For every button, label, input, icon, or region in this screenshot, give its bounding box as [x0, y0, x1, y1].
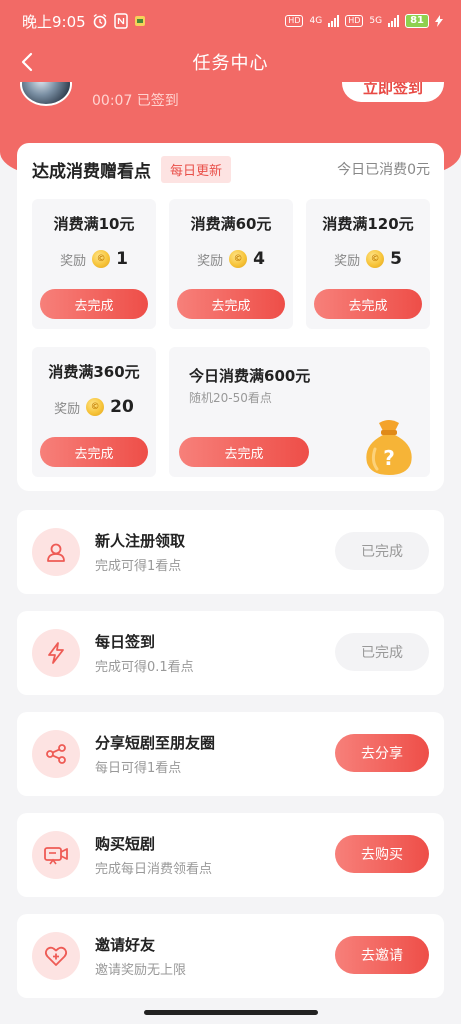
- status-bar: 晚上9:05 HD 4G HD 5G 81: [0, 0, 461, 42]
- task-item-checkin: 每日签到 完成可得0.1看点 已完成: [17, 611, 444, 695]
- invite-button[interactable]: 去邀请: [335, 936, 429, 974]
- consume-card-title: 达成消费赠看点: [32, 161, 151, 182]
- share-button[interactable]: 去分享: [335, 734, 429, 772]
- task-subtitle: 完成可得1看点: [95, 559, 182, 574]
- reward-amount: 20: [110, 397, 134, 417]
- task-item-share: 分享短剧至朋友圈 每日可得1看点 去分享: [17, 712, 444, 796]
- avatar[interactable]: [20, 82, 72, 106]
- tile-title: 消费满360元: [48, 363, 140, 381]
- task-title: 每日签到: [95, 633, 156, 651]
- profile-row: 00:07 已签到 立即签到: [0, 82, 461, 116]
- task-title: 购买短剧: [95, 835, 156, 853]
- task-item-register: 新人注册领取 完成可得1看点 已完成: [17, 510, 444, 594]
- complete-button[interactable]: 去完成: [179, 437, 309, 467]
- tile-reward: 奖励 © 4: [169, 249, 293, 269]
- task-title: 分享短剧至朋友圈: [95, 734, 216, 752]
- app-notification-icon: [134, 16, 145, 26]
- consume-tile-60: 消费满60元 奖励 © 4 去完成: [169, 199, 293, 329]
- coin-icon: ©: [229, 250, 248, 268]
- heart-plus-icon: [32, 932, 80, 980]
- page-title: 任务中心: [192, 53, 269, 74]
- consume-tile-360: 消费满360元 奖励 © 20 去完成: [32, 347, 156, 477]
- reward-label: 奖励: [54, 401, 81, 417]
- tile-title: 消费满120元: [322, 215, 414, 233]
- daily-update-badge: 每日更新: [161, 155, 232, 183]
- network-label-2: 5G: [369, 16, 383, 26]
- signal-icon-1: [328, 15, 340, 27]
- signal-icon-2: [388, 15, 400, 27]
- reward-label: 奖励: [197, 253, 224, 269]
- tile-subtitle: 随机20-50看点: [189, 391, 272, 405]
- tile-title: 今日消费满600元: [189, 367, 311, 385]
- buy-button[interactable]: 去购买: [335, 835, 429, 873]
- video-icon: [32, 831, 80, 879]
- coin-icon: ©: [366, 250, 385, 268]
- svg-text:?: ?: [383, 446, 395, 470]
- consume-reward-card: 达成消费赠看点 每日更新 今日已消费0元 消费满10元 奖励 © 1 去完成 消…: [17, 143, 444, 491]
- tile-reward: 奖励 © 5: [306, 249, 430, 269]
- reward-label: 奖励: [60, 253, 87, 269]
- consume-tile-600: 今日消费满600元 随机20-50看点 去完成 ?: [169, 347, 430, 477]
- tile-title: 消费满60元: [190, 215, 272, 233]
- task-subtitle: 完成可得0.1看点: [95, 660, 194, 675]
- consume-tile-120: 消费满120元 奖励 © 5 去完成: [306, 199, 430, 329]
- task-subtitle: 邀请奖励无上限: [95, 963, 187, 978]
- nfc-icon: [113, 13, 128, 29]
- coin-icon: ©: [86, 398, 105, 416]
- tile-reward: 奖励 © 1: [32, 249, 156, 269]
- task-title: 邀请好友: [95, 936, 156, 954]
- tile-reward: 奖励 © 20: [32, 397, 156, 417]
- mystery-bag-icon: ?: [366, 420, 412, 475]
- today-spent-text: 今日已消费0元: [337, 162, 430, 178]
- alarm-icon: [93, 13, 107, 29]
- battery-indicator: 81: [405, 14, 429, 28]
- task-done-button[interactable]: 已完成: [335, 633, 429, 671]
- share-icon: [32, 730, 80, 778]
- home-indicator[interactable]: [144, 1010, 318, 1015]
- task-subtitle: 完成每日消费领看点: [95, 862, 213, 877]
- network-label-1: 4G: [309, 16, 323, 26]
- lightning-icon: [32, 629, 80, 677]
- charging-icon: [435, 15, 443, 27]
- complete-button[interactable]: 去完成: [40, 437, 148, 467]
- signed-status: 00:07 已签到: [92, 93, 179, 109]
- reward-amount: 4: [253, 249, 265, 269]
- complete-button[interactable]: 去完成: [314, 289, 422, 319]
- task-done-button[interactable]: 已完成: [335, 532, 429, 570]
- reward-amount: 1: [116, 249, 128, 269]
- title-bar: 任务中心: [0, 42, 461, 82]
- complete-button[interactable]: 去完成: [177, 289, 285, 319]
- task-item-invite: 邀请好友 邀请奖励无上限 去邀请: [17, 914, 444, 998]
- consume-tile-10: 消费满10元 奖励 © 1 去完成: [32, 199, 156, 329]
- hd-badge-1: HD: [285, 15, 304, 27]
- tile-title: 消费满10元: [53, 215, 135, 233]
- reward-amount: 5: [390, 249, 402, 269]
- complete-button[interactable]: 去完成: [40, 289, 148, 319]
- reward-label: 奖励: [334, 253, 361, 269]
- task-subtitle: 每日可得1看点: [95, 761, 182, 776]
- sign-in-button[interactable]: 立即签到: [342, 82, 444, 102]
- back-arrow-icon[interactable]: [14, 48, 42, 76]
- task-item-purchase: 购买短剧 完成每日消费领看点 去购买: [17, 813, 444, 897]
- task-title: 新人注册领取: [95, 532, 186, 550]
- user-icon: [32, 528, 80, 576]
- hd-badge-2: HD: [345, 15, 364, 27]
- status-time: 晚上9:05: [22, 12, 86, 31]
- coin-icon: ©: [92, 250, 111, 268]
- consume-card-header: 达成消费赠看点 每日更新 今日已消费0元: [32, 153, 430, 185]
